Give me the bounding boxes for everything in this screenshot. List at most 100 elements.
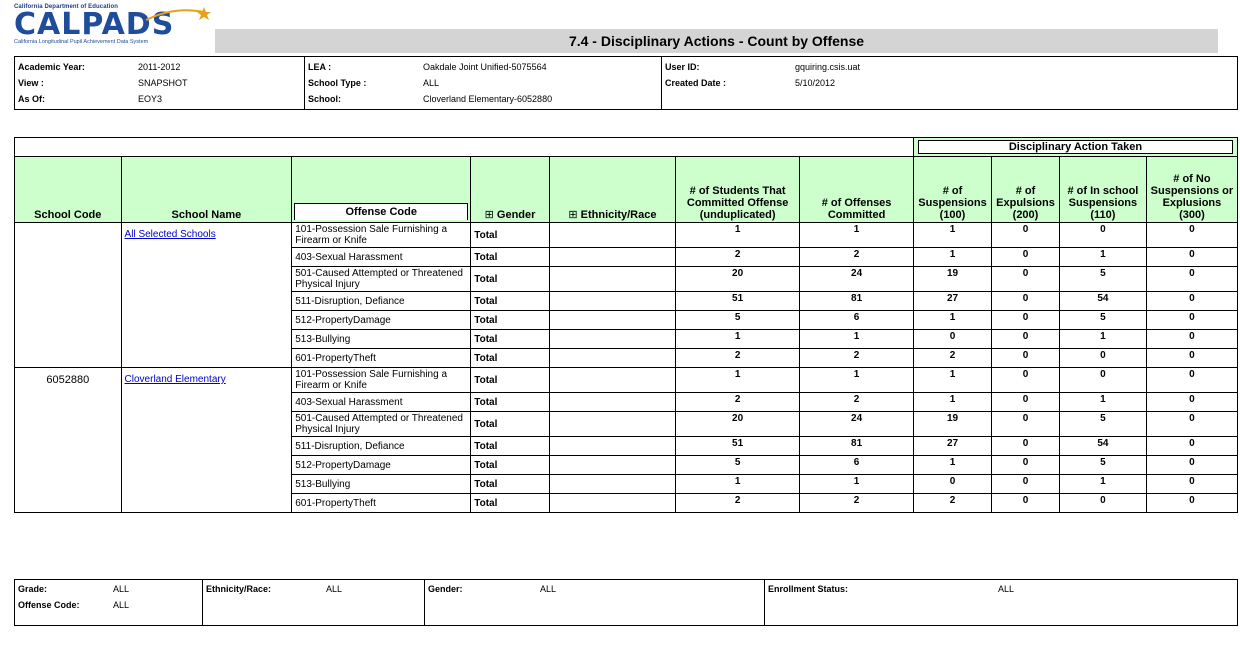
offense-code-cell: 513-Bullying bbox=[291, 474, 472, 494]
as-of-value: EOY3 bbox=[138, 94, 163, 104]
gender-cell: Total bbox=[470, 474, 550, 494]
expand-ethnicity-icon[interactable]: ⊞ bbox=[568, 209, 577, 221]
col-gender[interactable]: ⊞ Gender bbox=[470, 156, 550, 223]
expulsions-cell: 0 bbox=[991, 436, 1060, 456]
gender-cell: Total bbox=[470, 348, 550, 368]
offense-code-cell: 101-Possession Sale Furnishing a Firearm… bbox=[291, 367, 472, 393]
ethnicity-cell bbox=[548, 392, 677, 412]
no-susp-cell: 0 bbox=[1145, 291, 1239, 311]
ethnicity-cell bbox=[548, 329, 677, 349]
offense-code-cell: 512-PropertyDamage bbox=[291, 310, 472, 330]
expulsions-cell: 0 bbox=[991, 291, 1060, 311]
gender-filter-value: ALL bbox=[540, 584, 557, 594]
report-parameters: Academic Year: 2011-2012 View : SNAPSHOT A… bbox=[14, 56, 1238, 110]
ethnicity-cell bbox=[548, 436, 677, 456]
expulsions-cell: 0 bbox=[991, 266, 1060, 292]
grade-label: Grade: bbox=[18, 584, 48, 594]
filter-col-grade: Grade: ALL Offense Code: ALL bbox=[14, 579, 203, 626]
in-school-cell: 0 bbox=[1058, 493, 1147, 513]
no-susp-cell: 0 bbox=[1145, 474, 1239, 494]
offense-code-cell: 511-Disruption, Defiance bbox=[291, 291, 472, 311]
school-name-cell: All Selected Schools bbox=[120, 222, 293, 368]
students-cell: 1 bbox=[675, 367, 801, 393]
students-cell: 51 bbox=[675, 436, 801, 456]
gender-cell: Total bbox=[470, 367, 550, 393]
gender-cell: Total bbox=[470, 310, 550, 330]
offense-code-cell: 501-Caused Attempted or Threatened Physi… bbox=[291, 411, 472, 437]
view-value: SNAPSHOT bbox=[138, 78, 188, 88]
offenses-cell: 1 bbox=[799, 329, 914, 349]
disciplinary-action-group: Disciplinary Action Taken bbox=[912, 137, 1239, 157]
offense-code-cell: 601-PropertyTheft bbox=[291, 348, 472, 368]
suspensions-cell: 1 bbox=[912, 367, 993, 393]
offenses-cell: 1 bbox=[799, 367, 914, 393]
col-school-code: School Code bbox=[14, 156, 122, 223]
students-cell: 5 bbox=[675, 310, 801, 330]
students-cell: 20 bbox=[675, 411, 801, 437]
offense-code-cell: 101-Possession Sale Furnishing a Firearm… bbox=[291, 222, 472, 248]
offenses-cell: 6 bbox=[799, 455, 914, 475]
students-cell: 2 bbox=[675, 348, 801, 368]
as-of-label: As Of: bbox=[18, 94, 45, 104]
gender-cell: Total bbox=[470, 411, 550, 437]
ethnicity-cell bbox=[548, 247, 677, 267]
gender-cell: Total bbox=[470, 222, 550, 248]
offenses-cell: 2 bbox=[799, 247, 914, 267]
school-code-cell: 6052880 bbox=[14, 367, 122, 513]
suspensions-cell: 19 bbox=[912, 411, 993, 437]
school-value: Cloverland Elementary-6052880 bbox=[423, 94, 553, 104]
school-name-cell: Cloverland Elementary bbox=[120, 367, 293, 513]
view-label: View : bbox=[18, 78, 44, 88]
col-offense-code: Offense Code bbox=[291, 156, 472, 223]
created-date-value: 5/10/2012 bbox=[795, 78, 836, 88]
enrollment-filter-label: Enrollment Status: bbox=[768, 584, 849, 594]
school-name-link[interactable]: All Selected Schools bbox=[125, 229, 216, 240]
in-school-cell: 0 bbox=[1058, 367, 1147, 393]
col-ethnicity[interactable]: ⊞ Ethnicity/Race bbox=[548, 156, 677, 223]
suspensions-cell: 19 bbox=[912, 266, 993, 292]
group-header-row: Disciplinary Action Taken bbox=[14, 137, 1239, 157]
ethnicity-cell bbox=[548, 474, 677, 494]
in-school-cell: 1 bbox=[1058, 392, 1147, 412]
gender-cell: Total bbox=[470, 247, 550, 267]
offenses-cell: 81 bbox=[799, 436, 914, 456]
expand-gender-icon[interactable]: ⊞ bbox=[485, 209, 494, 221]
no-susp-cell: 0 bbox=[1145, 455, 1239, 475]
offenses-cell: 1 bbox=[799, 474, 914, 494]
ethnicity-cell bbox=[548, 367, 677, 393]
suspensions-cell: 1 bbox=[912, 247, 993, 267]
students-cell: 5 bbox=[675, 455, 801, 475]
expulsions-cell: 0 bbox=[991, 247, 1060, 267]
expulsions-cell: 0 bbox=[991, 474, 1060, 494]
school-name-link[interactable]: Cloverland Elementary bbox=[125, 374, 226, 385]
col-suspensions: # of Suspensions (100) bbox=[912, 156, 993, 223]
filter-col-gender: Gender: ALL bbox=[424, 579, 765, 626]
col-ethnicity-label: Ethnicity/Race bbox=[580, 209, 657, 221]
lea-value: Oakdale Joint Unified-5075564 bbox=[423, 62, 547, 72]
filter-col-enrollment: Enrollment Status: ALL bbox=[764, 579, 1238, 626]
school-type-value: ALL bbox=[423, 78, 440, 88]
no-susp-cell: 0 bbox=[1145, 411, 1239, 437]
col-in-school: # of In school Suspensions (110) bbox=[1058, 156, 1147, 223]
in-school-cell: 5 bbox=[1058, 266, 1147, 292]
students-cell: 1 bbox=[675, 474, 801, 494]
report-filters: Grade: ALL Offense Code: ALL Ethnicity/Rac… bbox=[14, 579, 1238, 626]
offense-code-cell: 513-Bullying bbox=[291, 329, 472, 349]
in-school-cell: 0 bbox=[1058, 348, 1147, 368]
ethnicity-cell bbox=[548, 455, 677, 475]
no-susp-cell: 0 bbox=[1145, 392, 1239, 412]
gender-cell: Total bbox=[470, 392, 550, 412]
expulsions-cell: 0 bbox=[991, 310, 1060, 330]
expulsions-cell: 0 bbox=[991, 493, 1060, 513]
offense-filter-value: ALL bbox=[113, 600, 130, 610]
calpads-logo: California Department of Education CALPA… bbox=[14, 4, 214, 48]
ethnicity-cell bbox=[548, 222, 677, 248]
offense-code-cell: 512-PropertyDamage bbox=[291, 455, 472, 475]
gender-cell: Total bbox=[470, 291, 550, 311]
col-gender-label: Gender bbox=[496, 209, 536, 221]
expulsions-cell: 0 bbox=[991, 411, 1060, 437]
offense-table: Disciplinary Action Taken School Code Sc… bbox=[14, 137, 1239, 513]
in-school-cell: 0 bbox=[1058, 222, 1147, 248]
no-susp-cell: 0 bbox=[1145, 329, 1239, 349]
enrollment-filter-value: ALL bbox=[998, 584, 1015, 594]
